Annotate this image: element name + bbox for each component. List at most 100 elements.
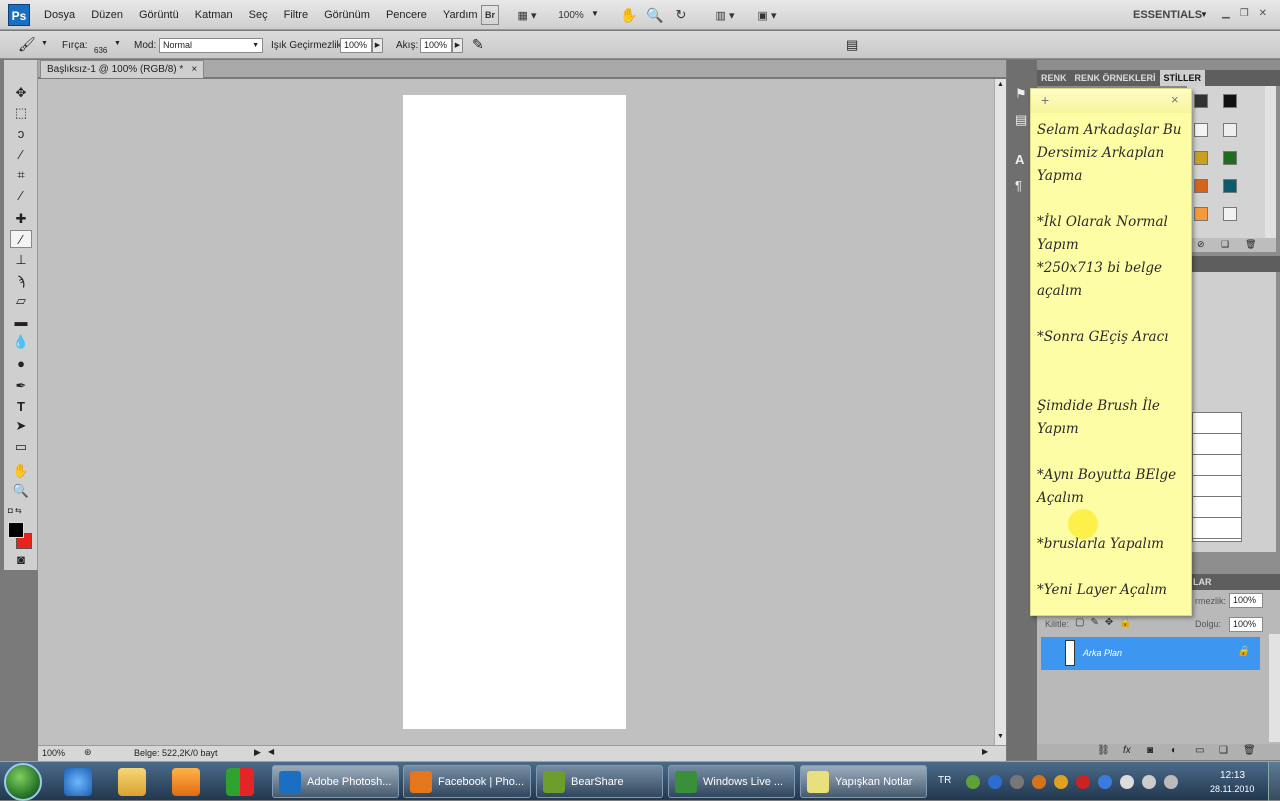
scroll-right-icon[interactable]: ▶ [982, 747, 988, 756]
sticky-note-text[interactable]: Selam Arkadaşlar Bu Dersimiz Arkaplan Ya… [1037, 119, 1187, 602]
menu-filtre[interactable]: Filtre [284, 9, 308, 21]
tab-stiller[interactable]: STİLLER [1159, 70, 1206, 86]
style-swatch[interactable] [1194, 123, 1208, 137]
style-swatch[interactable] [1223, 151, 1237, 165]
internet-explorer-icon[interactable] [64, 768, 92, 796]
document-canvas[interactable] [403, 95, 626, 729]
history-brush-icon[interactable]: ϡ [10, 271, 32, 289]
menu-dosya[interactable]: Dosya [44, 9, 75, 21]
menu-katman[interactable]: Katman [195, 9, 233, 21]
mode-select[interactable]: Normal ▼ [159, 38, 263, 53]
bridge-button[interactable]: Br [481, 5, 499, 25]
show-desktop-button[interactable] [1268, 762, 1280, 801]
tab-renk-ornekleri[interactable]: RENK ÖRNEKLERİ [1071, 70, 1160, 86]
close-icon[interactable]: × [1171, 92, 1179, 107]
tray-app-icon[interactable] [1010, 775, 1024, 789]
restore-icon[interactable]: ❐ [1240, 8, 1249, 19]
menu-duzen[interactable]: Düzen [91, 9, 123, 21]
lock-icons[interactable]: ▢✎✥🔒 [1075, 617, 1138, 628]
hand-tool-icon[interactable]: ✋ [10, 462, 32, 480]
task-firefox[interactable]: Facebook | Pho... [403, 765, 531, 798]
clone-stamp-icon[interactable]: ⊥ [10, 251, 32, 269]
menu-goruntu[interactable]: Görüntü [139, 9, 179, 21]
masks-list[interactable] [1192, 412, 1242, 542]
flow-field[interactable]: 100% [420, 38, 452, 53]
style-swatch[interactable] [1223, 123, 1237, 137]
tray-app-icon[interactable] [1098, 775, 1112, 789]
explorer-folder-icon[interactable] [118, 768, 146, 796]
move-tool-icon[interactable]: ✥ [10, 84, 32, 102]
tray-app-icon[interactable] [1054, 775, 1068, 789]
minimize-icon[interactable]: ▁ [1222, 8, 1230, 19]
view-extras-icon[interactable]: ▦ ▾ [512, 5, 542, 25]
eraser-icon[interactable]: ▱ [10, 292, 32, 310]
language-indicator[interactable]: TR [938, 775, 951, 786]
arrange-documents-icon[interactable]: ▥ ▾ [710, 5, 740, 25]
style-swatch[interactable] [1194, 151, 1208, 165]
delete-style-icon[interactable]: ⊘ [1197, 239, 1205, 250]
magic-wand-icon[interactable]: ⁄ [10, 145, 32, 163]
layer-fill-field[interactable]: 100% [1229, 617, 1263, 632]
menu-gorunum[interactable]: Görünüm [324, 9, 370, 21]
style-swatch[interactable] [1194, 207, 1208, 221]
lasso-tool-icon[interactable]: ↄ [10, 124, 32, 142]
brush-tool-icon[interactable]: ⁄ [10, 230, 32, 248]
actions-panel-icon[interactable]: ▤ [1015, 112, 1027, 128]
history-panel-icon[interactable]: ⚑ [1015, 86, 1027, 102]
default-colors-icon[interactable]: ◘ ⇆ [8, 506, 22, 515]
menu-sec[interactable]: Seç [249, 9, 268, 21]
menu-yardim[interactable]: Yardım [443, 9, 478, 21]
document-tab[interactable]: Başlıksız-1 @ 100% (RGB/8) * × [40, 60, 205, 78]
network-icon[interactable] [1120, 775, 1134, 789]
status-menu-icon[interactable]: ▶ [254, 747, 261, 758]
workspace-switcher[interactable]: ESSENTIALS [1133, 9, 1202, 21]
tab-renk[interactable]: RENK [1037, 70, 1071, 86]
hand-tool-icon[interactable]: ✋ [620, 5, 638, 25]
blur-tool-icon[interactable]: 💧 [10, 333, 32, 351]
brush-preset-icon[interactable]: 🖌 [18, 36, 36, 53]
canvas-area[interactable] [38, 79, 994, 745]
shape-tool-icon[interactable]: ▭ [10, 438, 32, 456]
type-tool-icon[interactable]: T [10, 397, 32, 415]
start-button[interactable] [4, 763, 42, 801]
style-swatch[interactable] [1194, 94, 1208, 108]
airbrush-icon[interactable]: ✎ [472, 36, 484, 53]
chevron-down-icon[interactable]: ▼ [1200, 10, 1208, 19]
chevron-down-icon[interactable]: ▼ [591, 9, 599, 18]
paragraph-panel-icon[interactable]: ¶ [1015, 178, 1022, 193]
style-swatch[interactable] [1223, 207, 1237, 221]
chevron-down-icon[interactable]: ▼ [114, 40, 121, 47]
close-icon[interactable]: ✕ [1259, 8, 1267, 19]
tray-app-icon[interactable] [1032, 775, 1046, 789]
add-note-icon[interactable]: + [1041, 92, 1049, 108]
tray-app-icon[interactable] [966, 775, 980, 789]
marquee-tool-icon[interactable]: ⬚ [10, 104, 32, 122]
task-bearshare[interactable]: BearShare [536, 765, 663, 798]
zoom-level-select[interactable]: 100% [556, 5, 586, 25]
foreground-color-swatch[interactable] [8, 522, 24, 538]
new-layer-icon[interactable]: ❑ [1219, 745, 1228, 756]
sticky-note[interactable]: + × Selam Arkadaşlar Bu Dersimiz Arkapla… [1030, 88, 1192, 616]
scroll-down-icon[interactable]: ▼ [997, 733, 1004, 740]
new-style-icon[interactable]: ❑ [1221, 239, 1229, 250]
trash-icon[interactable]: 🗑 [1245, 239, 1256, 250]
task-sticky-notes[interactable]: Yapışkan Notlar [800, 765, 927, 798]
path-selection-icon[interactable]: ➤ [10, 417, 32, 435]
status-zoom[interactable]: 100% [42, 748, 65, 758]
pen-tool-icon[interactable]: ✒ [10, 377, 32, 395]
layers-scrollbar[interactable] [1269, 634, 1280, 742]
media-player-icon[interactable] [172, 768, 200, 796]
scroll-up-icon[interactable]: ▲ [997, 81, 1004, 88]
layer-opacity-field[interactable]: 100% [1229, 593, 1263, 608]
flag-icon[interactable] [1142, 775, 1156, 789]
character-panel-icon[interactable]: A [1015, 152, 1024, 167]
close-icon[interactable]: × [191, 61, 197, 78]
zoom-cycle-icon[interactable]: ⊛ [84, 747, 92, 758]
app-shortcut-icon[interactable] [226, 768, 254, 796]
style-swatch[interactable] [1194, 179, 1208, 193]
vertical-scrollbar[interactable]: ▲ ▼ [994, 79, 1006, 745]
tray-app-icon[interactable] [1076, 775, 1090, 789]
trash-icon[interactable]: 🗑 [1243, 745, 1256, 756]
styles-scrollbar[interactable] [1265, 86, 1276, 238]
zoom-tool-icon[interactable]: 🔍 [646, 5, 664, 25]
